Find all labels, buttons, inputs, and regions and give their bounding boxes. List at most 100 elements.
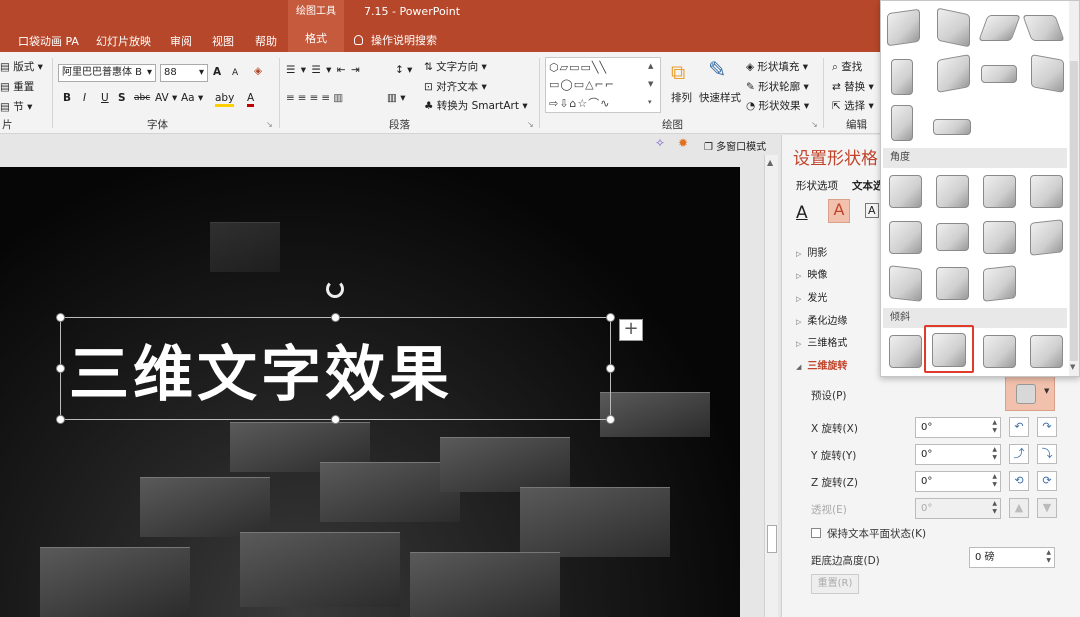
bullets-icon[interactable]: ☰ ▾ ☰ ▾ ⇤ ⇥ [286, 64, 361, 76]
align-text-button[interactable]: ⊡ 对齐文本 ▾ [424, 79, 487, 94]
convert-smartart-button[interactable]: ♣ 转换为 SmartArt ▾ [424, 98, 528, 113]
resize-handle[interactable] [56, 364, 65, 373]
tab-slideshow[interactable]: 幻灯片放映 [96, 33, 151, 49]
textbox-icon[interactable]: A [865, 203, 879, 218]
find-button[interactable]: ⌕ 查找 [832, 59, 862, 74]
preset-item[interactable] [937, 7, 970, 48]
section-shadow[interactable]: ▷ 阴影 [796, 244, 827, 259]
slide-title-text[interactable]: 三维文字效果 [69, 326, 453, 413]
tab-text-options[interactable]: 文本选 [852, 178, 884, 193]
preset-item[interactable] [1022, 15, 1065, 41]
preset-item[interactable] [936, 223, 969, 251]
preset-item[interactable] [937, 54, 970, 93]
preset-dropdown-button[interactable]: ▼ [1005, 375, 1055, 411]
y-rotation-input[interactable]: 0° ▲ ▼ [915, 444, 1001, 465]
preset-item[interactable] [889, 335, 922, 368]
z-rotation-input[interactable]: 0° ▲ ▼ [915, 471, 1001, 492]
gear-icon[interactable]: ✹ [678, 136, 688, 150]
reset-button[interactable]: ▤ 重置 [0, 79, 34, 94]
rotate-right-icon[interactable]: ↷ [1037, 417, 1057, 437]
rotate-up-icon[interactable]: ⤴ [1009, 444, 1029, 464]
tab-shape-options[interactable]: 形状选项 [796, 178, 838, 193]
section-glow[interactable]: ▷ 发光 [796, 289, 827, 304]
resize-handle[interactable] [56, 313, 65, 322]
plus-icon[interactable]: + [619, 319, 643, 341]
preset-item[interactable] [889, 175, 922, 208]
preset-item[interactable] [1030, 219, 1063, 256]
rotate-handle-icon[interactable] [326, 280, 344, 298]
scroll-thumb[interactable] [1070, 61, 1078, 361]
line-spacing-icon[interactable]: ↕ ▾ [395, 64, 412, 76]
grow-font-button[interactable]: A [213, 66, 221, 78]
preset-item[interactable] [1030, 175, 1063, 208]
arrange-button[interactable]: 排列 [671, 90, 692, 105]
magic-icon[interactable]: ✧ [655, 136, 665, 150]
section-soft-edges[interactable]: ▷ 柔化边缘 [796, 312, 847, 327]
shrink-font-button[interactable]: A [232, 68, 238, 78]
preset-item[interactable] [983, 221, 1016, 254]
preset-item[interactable] [1031, 54, 1064, 93]
slide-scrollbar[interactable]: ▲ [764, 155, 778, 617]
resize-handle[interactable] [606, 364, 615, 373]
preset-item[interactable] [983, 265, 1016, 302]
launcher-icon[interactable]: ↘ [811, 120, 818, 129]
shape-gallery[interactable]: ⬡▱▭▭╲╲ ▭◯▭△⌐⌐ ⇨⇩⌂☆⌒∿ [545, 57, 661, 113]
resize-handle[interactable] [331, 313, 340, 322]
tab-view[interactable]: 视图 [212, 33, 234, 49]
title-textbox[interactable]: 三维文字效果 [56, 313, 615, 424]
distance-input[interactable]: 0 磅 ▲ ▼ [969, 547, 1055, 568]
tab-format[interactable]: 格式 [288, 28, 344, 52]
quick-styles-icon[interactable]: ✎ [708, 58, 726, 83]
strikethrough-button[interactable]: abc [134, 93, 150, 103]
quick-styles-button[interactable]: 快速样式 [699, 90, 741, 105]
char-spacing-button[interactable]: AV ▾ [155, 92, 177, 104]
scroll-thumb[interactable] [767, 525, 777, 553]
text-effects-icon[interactable]: A [828, 199, 850, 223]
preset-item[interactable] [983, 175, 1016, 208]
font-size-field[interactable]: 88 ▾ [160, 64, 208, 82]
x-rotation-input[interactable]: 0° ▲ ▼ [915, 417, 1001, 438]
replace-button[interactable]: ⇄ 替换 ▾ [832, 79, 874, 94]
shape-outline-button[interactable]: ✎ 形状轮廓 ▾ [746, 79, 809, 94]
preset-item[interactable] [891, 105, 913, 141]
preset-item[interactable] [936, 175, 969, 208]
section-reflection[interactable]: ▷ 映像 [796, 266, 827, 281]
underline-button[interactable]: U [101, 92, 109, 104]
rotate-ccw-icon[interactable]: ⟲ [1009, 471, 1029, 491]
scroll-down-icon[interactable]: ▼ [1070, 363, 1075, 371]
rotate-down-icon[interactable]: ⤵ [1037, 444, 1057, 464]
columns-icon[interactable]: ▥ ▾ [387, 92, 406, 104]
change-case-button[interactable]: Aa ▾ [181, 92, 203, 104]
rotate-left-icon[interactable]: ↶ [1009, 417, 1029, 437]
arrange-icon[interactable]: ⧉ [671, 60, 685, 84]
rotate-cw-icon[interactable]: ⟳ [1037, 471, 1057, 491]
preset-item[interactable] [889, 265, 922, 302]
resize-handle[interactable] [606, 415, 615, 424]
bold-button[interactable]: B [63, 92, 71, 104]
tab-help[interactable]: 帮助 [255, 33, 277, 49]
keep-text-flat-checkbox[interactable]: 保持文本平面状态(K) [811, 526, 926, 541]
text-direction-button[interactable]: ⇅ 文字方向 ▾ [424, 59, 487, 74]
resize-handle[interactable] [606, 313, 615, 322]
layout-button[interactable]: ▤ 版式 ▾ [0, 59, 43, 74]
launcher-icon[interactable]: ↘ [527, 120, 534, 129]
preset-item[interactable] [1030, 335, 1063, 368]
preset-item[interactable] [887, 8, 920, 47]
tell-me-search[interactable]: 操作说明搜索 [354, 32, 437, 48]
preset-item[interactable] [933, 119, 971, 135]
italic-button[interactable]: I [83, 92, 86, 104]
font-color-button[interactable]: A [247, 92, 255, 107]
gallery-scrollbar[interactable]: ▼ [1069, 1, 1079, 376]
text-fill-icon[interactable]: A [796, 203, 808, 223]
tab-review[interactable]: 审阅 [170, 33, 192, 49]
gallery-scroll-icon[interactable]: ▲ ▼ ▾ [648, 57, 653, 111]
preset-item[interactable] [936, 267, 969, 300]
section-3d-format[interactable]: ▷ 三维格式 [796, 334, 847, 349]
preset-item[interactable] [891, 59, 913, 95]
preset-item-selected[interactable] [924, 325, 974, 373]
shadow-button[interactable]: S [118, 92, 126, 104]
tab-pocket-animation[interactable]: 口袋动画 PA [18, 33, 79, 49]
highlight-button[interactable]: aby [215, 92, 235, 107]
clear-format-icon[interactable]: ◈ [254, 65, 262, 77]
resize-handle[interactable] [56, 415, 65, 424]
